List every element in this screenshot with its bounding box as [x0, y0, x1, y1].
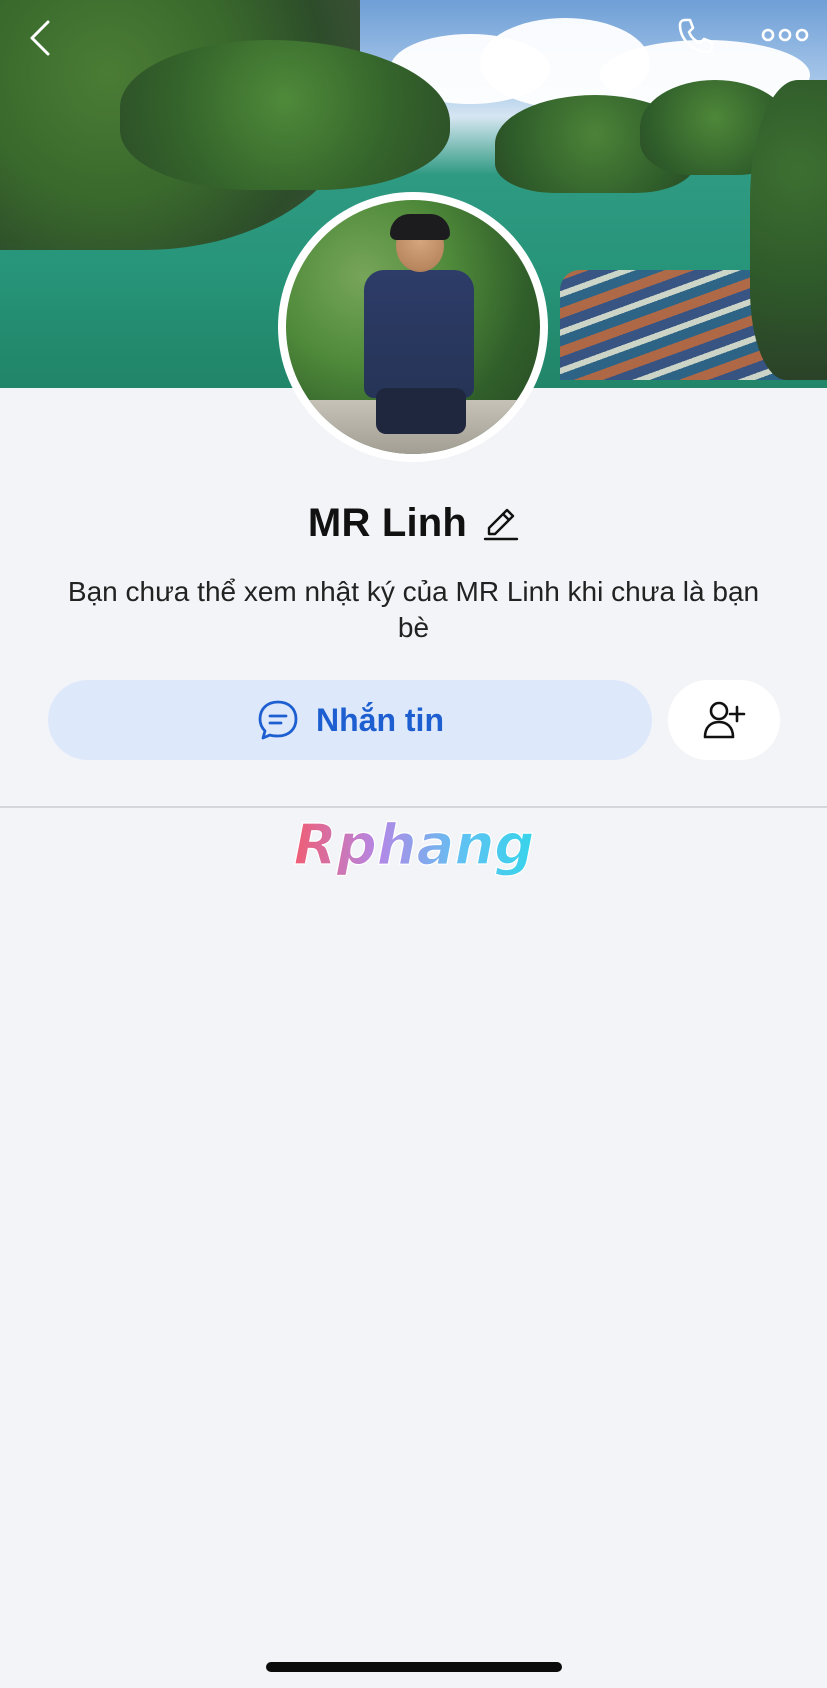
watermark-logo: Rphang — [0, 808, 827, 888]
message-button-label: Nhắn tin — [316, 701, 444, 738]
add-user-icon — [701, 697, 747, 743]
watermark-text: Rphang — [293, 813, 534, 878]
avatar[interactable] — [278, 192, 548, 462]
phone-icon[interactable] — [676, 16, 716, 56]
avatar-photo — [286, 200, 540, 454]
chevron-left-icon[interactable] — [24, 18, 60, 58]
profile-name-row: MR Linh — [0, 496, 827, 550]
cover-rock — [750, 80, 827, 380]
chat-bubble-icon — [256, 698, 300, 742]
add-friend-button[interactable] — [668, 680, 780, 760]
avatar-hair — [390, 214, 450, 240]
more-dots-icon[interactable] — [760, 20, 810, 50]
home-indicator — [266, 1662, 562, 1672]
avatar-body — [364, 270, 474, 398]
profile-name: MR Linh — [307, 500, 468, 545]
avatar-shorts — [376, 388, 466, 434]
message-button[interactable]: Nhắn tin — [48, 680, 652, 760]
pencil-icon[interactable] — [481, 504, 519, 542]
privacy-notice: Bạn chưa thể xem nhật ký của MR Linh khi… — [67, 576, 760, 643]
profile-actions: Nhắn tin — [48, 680, 780, 760]
